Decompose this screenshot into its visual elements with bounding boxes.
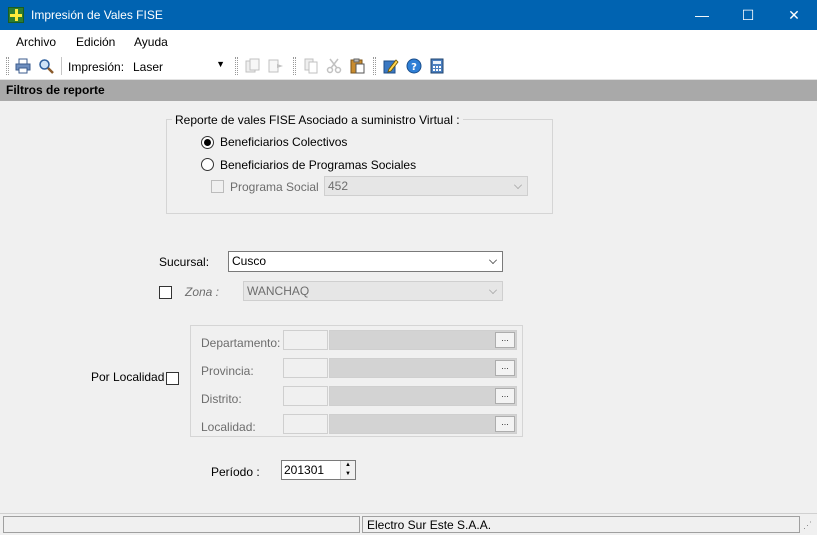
section-title: Filtros de reporte [6, 83, 105, 97]
localidad-code-input[interactable] [283, 414, 328, 434]
menu-archivo[interactable]: Archivo [16, 35, 56, 49]
spin-up-icon[interactable]: ▲ [340, 461, 355, 470]
chevron-down-icon [489, 256, 497, 264]
reporte-groupbox-title: Reporte de vales FISE Asociado a suminis… [172, 113, 463, 127]
sucursal-combo[interactable]: Cusco [228, 251, 503, 272]
toolbar-grip[interactable] [293, 57, 296, 75]
chevron-down-icon [489, 286, 497, 294]
printer-icon[interactable] [15, 58, 31, 74]
menu-edicion[interactable]: Edición [76, 35, 115, 49]
copy-icon[interactable] [245, 58, 261, 74]
toolbar-separator [61, 57, 62, 75]
radio-programas-sociales-label[interactable]: Beneficiarios de Programas Sociales [220, 158, 416, 172]
help-icon[interactable]: ? [406, 58, 422, 74]
radio-programas-sociales[interactable] [201, 158, 214, 171]
por-localidad-checkbox[interactable] [166, 372, 179, 385]
menu-bar: Archivo Edición Ayuda [0, 30, 817, 53]
maximize-button[interactable]: ☐ [725, 0, 771, 30]
paste-doc-icon[interactable] [303, 58, 319, 74]
title-bar: Impresión de Vales FISE — ☐ ✕ [0, 0, 817, 30]
sucursal-value: Cusco [232, 254, 267, 268]
status-panel-left [3, 516, 360, 533]
spin-down-icon[interactable]: ▼ [340, 470, 355, 479]
calculator-icon[interactable] [429, 58, 445, 74]
provincia-label: Provincia: [201, 364, 254, 378]
edit-icon[interactable] [383, 58, 399, 74]
localidad-name-input[interactable] [329, 414, 517, 434]
impresion-label: Impresión: [68, 60, 125, 74]
menu-ayuda[interactable]: Ayuda [134, 35, 168, 49]
app-icon [8, 7, 24, 23]
resize-grip-icon[interactable]: ⋰ [803, 520, 815, 532]
zona-combo[interactable]: WANCHAQ [243, 281, 503, 301]
periodo-spinner[interactable]: 201301 ▲ ▼ [281, 460, 356, 480]
localidad-label: Localidad: [201, 420, 256, 434]
distrito-label: Distrito: [201, 392, 242, 406]
radio-colectivos-label[interactable]: Beneficiarios Colectivos [220, 135, 347, 149]
provincia-name-input[interactable] [329, 358, 517, 378]
programa-social-value: 452 [328, 179, 349, 193]
distrito-browse-button[interactable]: ... [495, 388, 515, 404]
forward-icon[interactable] [268, 58, 284, 74]
departamento-browse-button[interactable]: ... [495, 332, 515, 348]
minimize-button[interactable]: — [679, 0, 725, 30]
radio-colectivos[interactable] [201, 136, 214, 149]
clipboard-icon[interactable] [349, 58, 365, 74]
status-company-text: Electro Sur Este S.A.A. [367, 518, 492, 532]
section-header: Filtros de reporte [0, 80, 817, 101]
zona-label: Zona : [185, 285, 220, 299]
toolbar: Impresión: Laser ▼ ? [0, 53, 817, 80]
periodo-label: Período : [211, 465, 260, 479]
programa-social-label: Programa Social [230, 180, 319, 194]
window-title: Impresión de Vales FISE [31, 8, 163, 22]
preview-icon[interactable] [38, 58, 54, 74]
status-panel-company: Electro Sur Este S.A.A. [362, 516, 800, 533]
localidad-browse-button[interactable]: ... [495, 416, 515, 432]
programa-social-checkbox[interactable] [211, 180, 224, 193]
close-button[interactable]: ✕ [771, 0, 817, 30]
por-localidad-label: Por Localidad [91, 370, 165, 384]
provincia-code-input[interactable] [283, 358, 328, 378]
zona-value: WANCHAQ [247, 284, 310, 298]
status-bar: Electro Sur Este S.A.A. ⋰ [0, 513, 817, 535]
toolbar-grip[interactable] [6, 57, 9, 75]
chevron-down-icon: ▼ [216, 59, 225, 69]
distrito-code-input[interactable] [283, 386, 328, 406]
departamento-label: Departamento: [201, 336, 281, 350]
departamento-code-input[interactable] [283, 330, 328, 350]
zona-checkbox[interactable] [159, 286, 172, 299]
impresion-combo[interactable]: Laser ▼ [128, 56, 230, 76]
periodo-value: 201301 [284, 463, 325, 477]
toolbar-grip[interactable] [373, 57, 376, 75]
cut-icon[interactable] [326, 58, 342, 74]
chevron-down-icon [514, 181, 522, 189]
toolbar-grip[interactable] [235, 57, 238, 75]
distrito-name-input[interactable] [329, 386, 517, 406]
provincia-browse-button[interactable]: ... [495, 360, 515, 376]
programa-social-combo[interactable]: 452 [324, 176, 528, 196]
departamento-name-input[interactable] [329, 330, 517, 350]
svg-text:?: ? [411, 62, 417, 73]
sucursal-label: Sucursal: [159, 255, 210, 269]
impresion-value: Laser [133, 60, 164, 74]
